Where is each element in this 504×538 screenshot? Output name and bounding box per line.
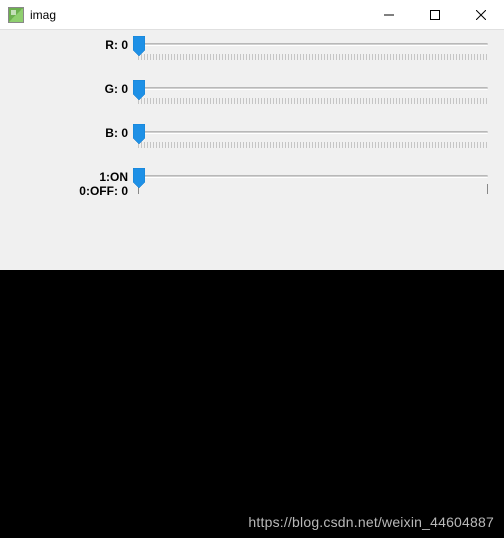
app-icon [8,7,24,23]
window-controls [366,0,504,29]
slider-label-r: R: 0 [0,36,134,52]
slider-row-b: B: 0 [0,124,504,168]
slider-thumb-r[interactable] [133,36,145,56]
titlebar: imag [0,0,504,30]
close-button[interactable] [458,0,504,29]
slider-g[interactable] [134,80,492,108]
slider-thumb-g[interactable] [133,80,145,100]
image-display: https://blog.csdn.net/weixin_44604887 [0,270,504,538]
slider-thumb-b[interactable] [133,124,145,144]
slider-toggle[interactable] [134,168,492,196]
watermark: https://blog.csdn.net/weixin_44604887 [248,514,494,530]
window-title: imag [30,8,56,22]
slider-row-g: G: 0 [0,80,504,124]
trackbar-panel: R: 0 G: 0 B: 0 1:ON 0:OFF: [0,30,504,222]
slider-label-toggle: 1:ON 0:OFF: 0 [0,168,134,198]
slider-r[interactable] [134,36,492,64]
slider-row-r: R: 0 [0,36,504,80]
slider-thumb-toggle[interactable] [133,168,145,188]
slider-label-g: G: 0 [0,80,134,96]
slider-b[interactable] [134,124,492,152]
minimize-button[interactable] [366,0,412,29]
slider-label-b: B: 0 [0,124,134,140]
maximize-button[interactable] [412,0,458,29]
slider-row-toggle: 1:ON 0:OFF: 0 [0,168,504,222]
